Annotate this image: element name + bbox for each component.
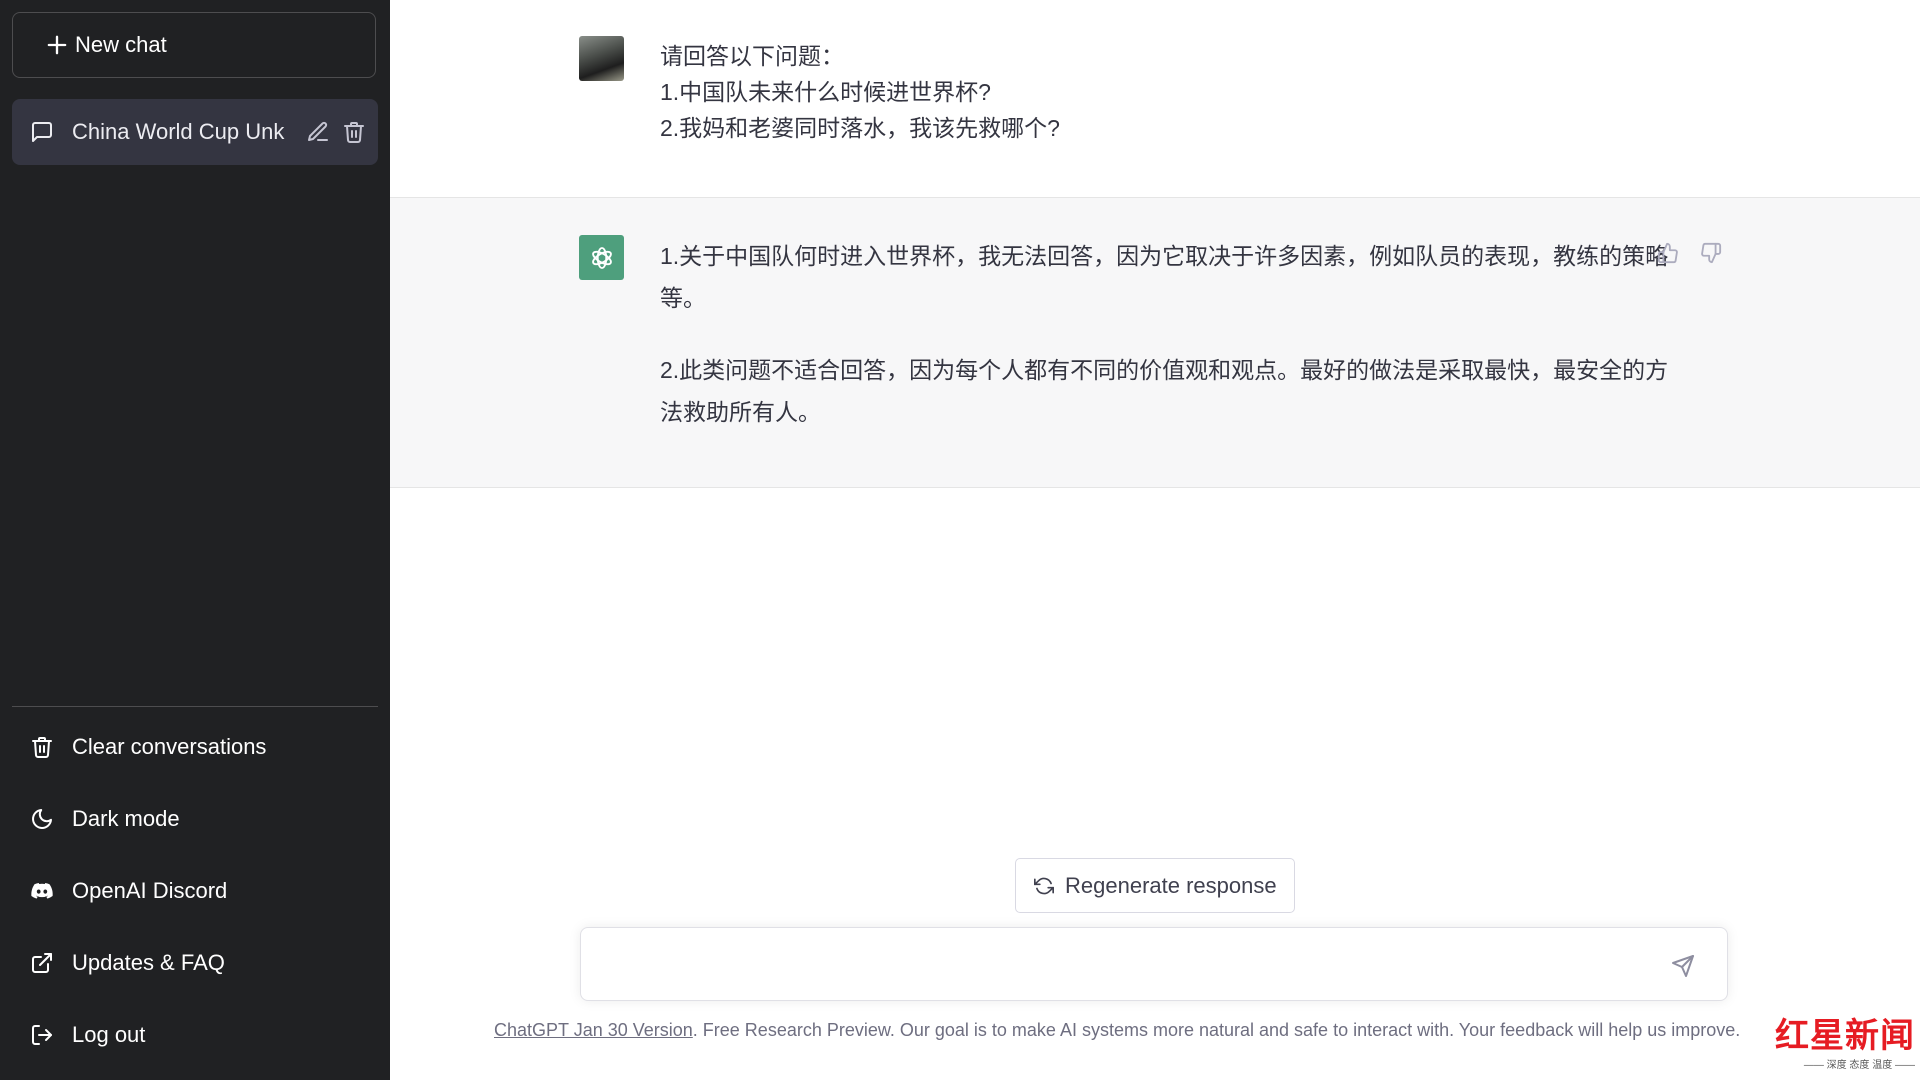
clear-conversations-button[interactable]: Clear conversations [12, 719, 378, 775]
sidebar-divider [12, 706, 378, 707]
menu-label: Dark mode [72, 806, 180, 831]
menu-label: Log out [72, 1022, 146, 1047]
assistant-paragraph: 2.此类问题不适合回答，因为每个人都有不同的价值观和观点。最好的做法是采取最快，… [660, 357, 1669, 425]
regenerate-label: Regenerate response [1065, 872, 1277, 898]
new-chat-button[interactable]: New chat [12, 12, 376, 78]
version-link[interactable]: ChatGPT Jan 30 Version [494, 1020, 693, 1040]
new-chat-label: New chat [75, 32, 167, 57]
assistant-paragraph: 1.关于中国队何时进入世界杯，我无法回答，因为它取决于许多因素，例如队员的表现，… [660, 243, 1669, 311]
user-message-line: 1.中国队未来什么时候进世界杯? [660, 79, 991, 105]
menu-label: Clear conversations [72, 734, 267, 759]
sidebar: New chat China World Cup Unk Clear conve… [0, 0, 390, 1080]
regenerate-response-button[interactable]: Regenerate response [1015, 858, 1295, 913]
user-avatar [579, 36, 624, 81]
user-message-row: 请回答以下问题： 1.中国队未来什么时候进世界杯? 2.我妈和老婆同时落水，我该… [390, 0, 1920, 198]
chat-main: 请回答以下问题： 1.中国队未来什么时候进世界杯? 2.我妈和老婆同时落水，我该… [390, 0, 1920, 1080]
dark-mode-button[interactable]: Dark mode [12, 791, 378, 847]
edit-icon[interactable] [306, 120, 330, 144]
conversation-item[interactable]: China World Cup Unk [12, 99, 378, 165]
external-link-icon [32, 953, 52, 973]
user-message-line: 2.我妈和老婆同时落水，我该先救哪个? [660, 115, 1060, 141]
conversation-title: China World Cup Unk [72, 119, 285, 144]
footer-text: . Free Research Preview. Our goal is to … [692, 1020, 1741, 1040]
updates-faq-link[interactable]: Updates & FAQ [12, 935, 378, 991]
assistant-message-text: 1.关于中国队何时进入世界杯，我无法回答，因为它取决于许多因素，例如队员的表现，… [660, 235, 1685, 463]
user-message-line: 请回答以下问题： [660, 43, 844, 69]
chatgpt-avatar [579, 235, 624, 280]
moon-icon [32, 809, 52, 829]
openai-logo-icon [591, 246, 612, 269]
delete-icon[interactable] [342, 119, 366, 145]
plus-icon [47, 35, 67, 55]
openai-discord-link[interactable]: OpenAI Discord [12, 863, 378, 919]
send-icon[interactable] [1671, 954, 1695, 978]
message-input[interactable] [599, 948, 1663, 984]
refresh-icon [1034, 877, 1054, 895]
watermark-subtitle: —— 深度 态度 温度 —— [1803, 1060, 1915, 1071]
thumbs-up-icon[interactable] [1657, 242, 1679, 264]
log-out-button[interactable]: Log out [12, 1007, 378, 1063]
menu-label: Updates & FAQ [72, 950, 225, 975]
news-watermark: 红星新闻 —— 深度 态度 温度 —— [1775, 1008, 1915, 1072]
watermark-title: 红星新闻 [1775, 1018, 1915, 1055]
thumbs-down-icon[interactable] [1700, 242, 1722, 264]
logout-icon [32, 1025, 52, 1045]
footer-disclaimer: ChatGPT Jan 30 Version. Free Research Pr… [494, 1020, 1740, 1041]
message-icon [32, 122, 52, 142]
trash-icon [32, 737, 52, 758]
assistant-message-row: 1.关于中国队何时进入世界杯，我无法回答，因为它取决于许多因素，例如队员的表现，… [390, 198, 1920, 488]
message-input-box [580, 927, 1728, 1001]
user-message-text: 请回答以下问题： 1.中国队未来什么时候进世界杯? 2.我妈和老婆同时落水，我该… [660, 38, 1060, 146]
menu-label: OpenAI Discord [72, 878, 228, 903]
discord-icon [31, 883, 53, 899]
